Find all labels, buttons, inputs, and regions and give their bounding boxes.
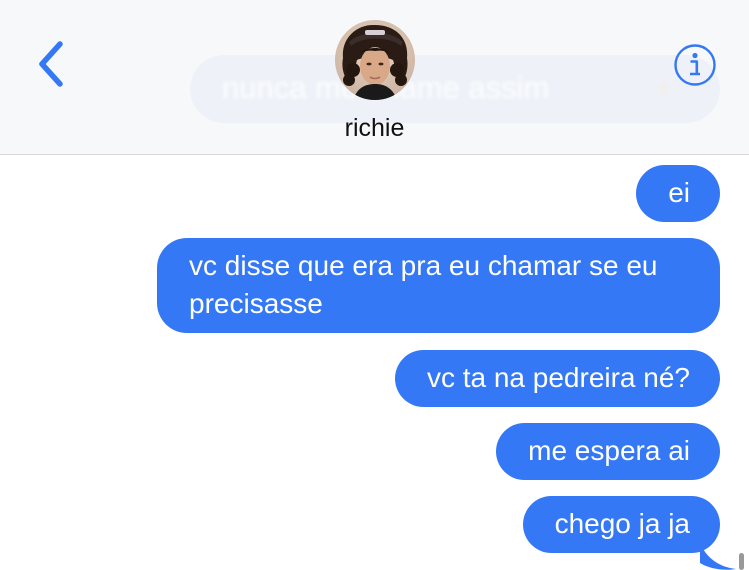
bubble-tail: [700, 543, 736, 570]
avatar[interactable]: [335, 20, 415, 100]
sent-message-bubble[interactable]: vc disse que era pra eu chamar se eu pre…: [157, 238, 720, 333]
sent-message-bubble[interactable]: ei: [636, 165, 720, 222]
info-button[interactable]: [673, 43, 717, 87]
blurred-dot: [657, 82, 671, 96]
conversation-header: nunca me chame assim richie: [0, 0, 749, 155]
sent-message-bubble[interactable]: me espera ai: [496, 423, 720, 480]
sent-message-bubble[interactable]: chego ja ja: [522, 496, 720, 553]
info-circle-icon: [674, 44, 716, 86]
message-thread[interactable]: ei vc disse que era pra eu chamar se eu …: [0, 155, 749, 570]
scroll-indicator[interactable]: [739, 553, 744, 570]
contact-name[interactable]: richie: [0, 114, 749, 143]
back-button[interactable]: [30, 38, 74, 90]
messages-screen: nunca me chame assim richie ei vc disse …: [0, 0, 749, 570]
sent-message-bubble[interactable]: vc ta na pedreira né?: [394, 350, 720, 407]
chevron-left-icon: [39, 41, 63, 87]
